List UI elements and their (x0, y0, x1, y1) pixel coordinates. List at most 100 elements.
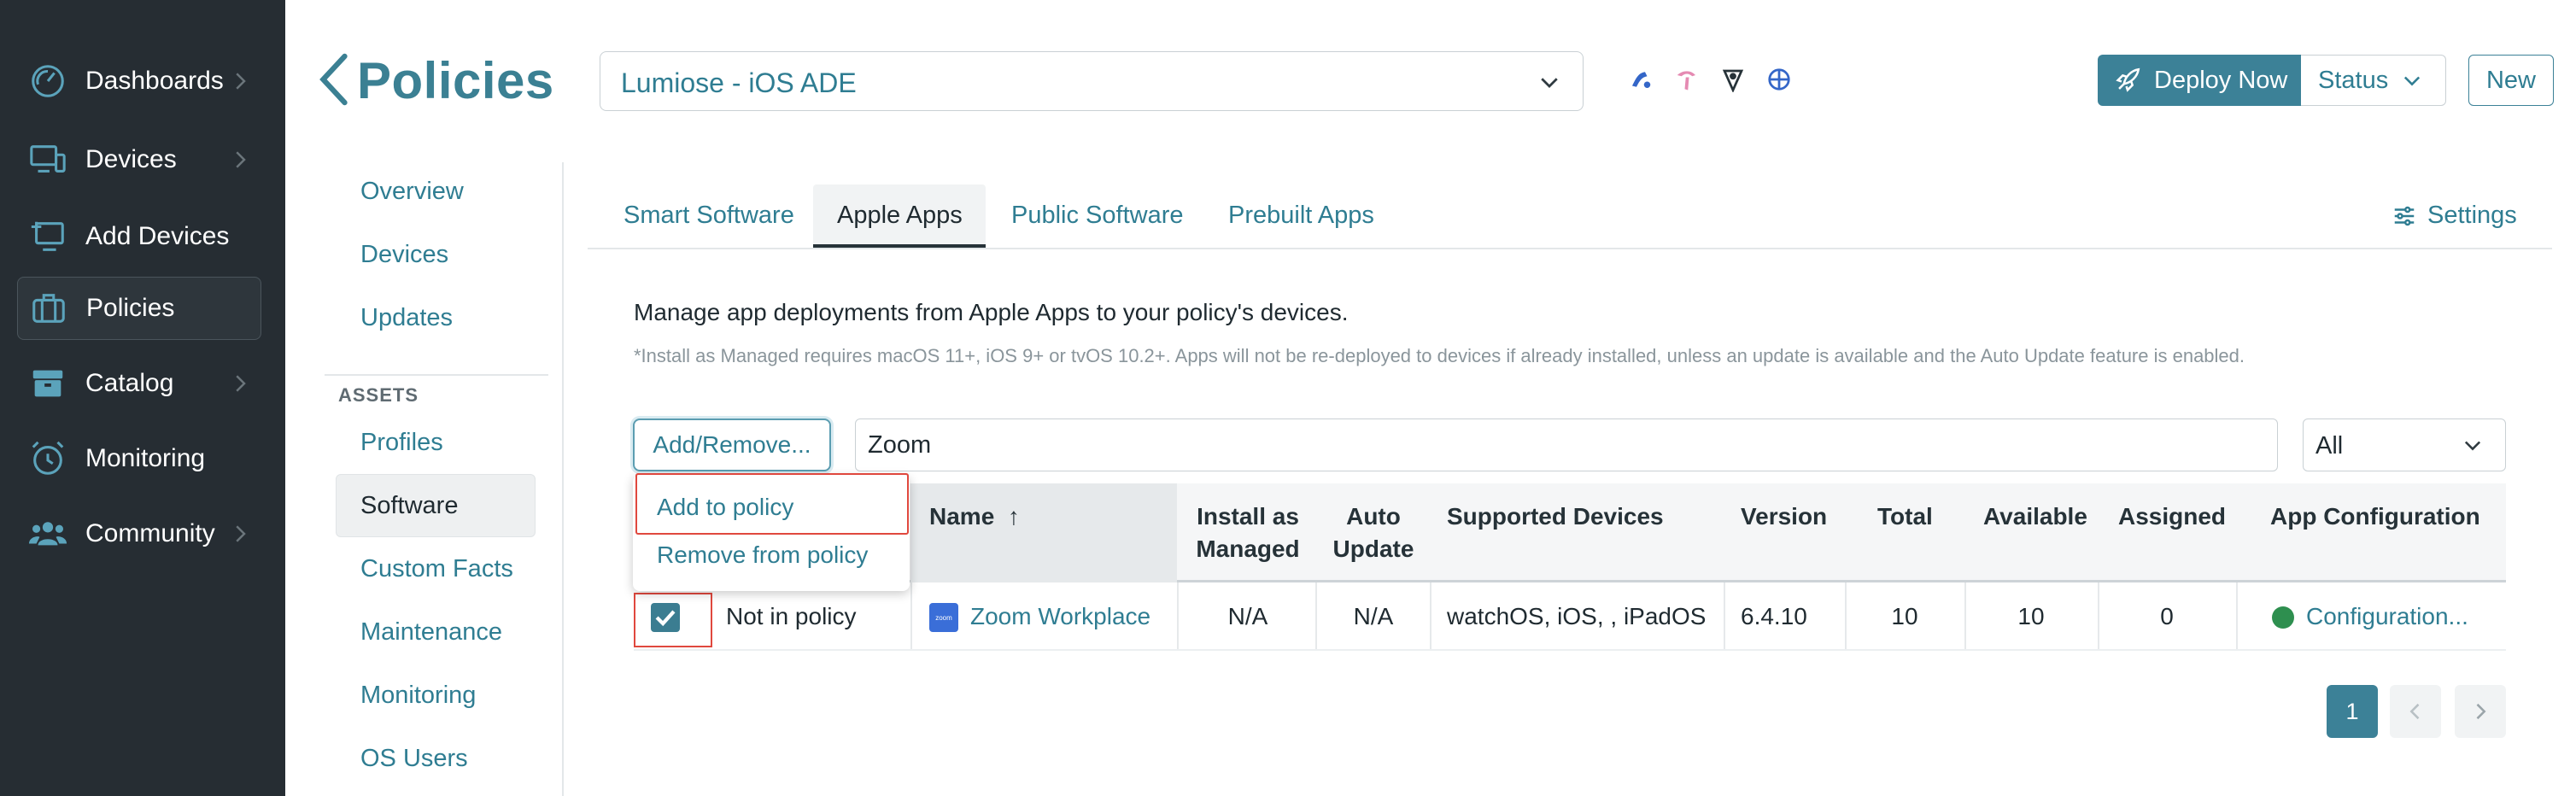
table-row-border (634, 649, 2506, 651)
chevron-down-icon (1541, 78, 1558, 88)
next-page-button[interactable] (2455, 685, 2506, 738)
people-icon (27, 513, 68, 554)
column-divider (910, 582, 912, 649)
page-button-1[interactable]: 1 (2327, 685, 2378, 738)
column-header-total[interactable]: Total (1877, 500, 1933, 533)
chevron-right-icon (236, 151, 246, 168)
column-header-name[interactable]: Name ↑ (929, 500, 1020, 533)
chevron-left-icon (2409, 703, 2420, 720)
sidebar-item-catalog[interactable]: Catalog (17, 352, 261, 415)
column-divider (1430, 582, 1431, 649)
subnav-divider (325, 374, 548, 376)
page-title: Policies (357, 52, 554, 109)
sidebar-item-label: Dashboards (85, 67, 224, 95)
row-assigned: 0 (2160, 603, 2174, 629)
back-chevron-icon[interactable] (316, 53, 350, 106)
sidebar-item-dashboards[interactable]: Dashboards (17, 50, 261, 113)
content-divider (562, 162, 564, 796)
new-button[interactable]: New (2468, 55, 2554, 106)
row-install-as-managed: N/A (1227, 603, 1268, 629)
macos-icon (1632, 72, 1651, 88)
chevron-right-icon (236, 525, 246, 542)
add-to-policy-highlight-box (635, 473, 909, 535)
chevron-down-icon (2404, 76, 2421, 86)
subnav-item-custom-facts[interactable]: Custom Facts (360, 555, 513, 583)
sidebar-item-label: Devices (85, 145, 177, 173)
sidebar-item-label: Policies (86, 294, 175, 322)
add-remove-button[interactable]: Add/Remove... (633, 418, 831, 471)
main-sidebar: Dashboards Devices Add Devices Policies … (0, 0, 285, 796)
ios-icon (1768, 68, 1790, 91)
assets-heading: ASSETS (338, 384, 419, 406)
devices-icon (27, 139, 68, 180)
checkmark-icon (655, 610, 676, 627)
column-header-app-configuration[interactable]: App Configuration (2270, 500, 2480, 533)
sidebar-item-monitoring[interactable]: Monitoring (17, 427, 261, 490)
tab-smart-software[interactable]: Smart Software (624, 202, 794, 230)
row-supported-devices: watchOS, iOS, , iPadOS (1447, 603, 1707, 629)
subnav-item-devices[interactable]: Devices (360, 241, 448, 269)
app-name-link[interactable]: Zoom Workplace (970, 603, 1150, 630)
subnav-item-updates[interactable]: Updates (360, 304, 453, 332)
tabs-divider (588, 248, 2552, 249)
column-header-version[interactable]: Version (1741, 500, 1827, 533)
subnav-item-profiles[interactable]: Profiles (360, 429, 443, 457)
column-header-available[interactable]: Available (1983, 500, 2087, 533)
intro-text: Manage app deployments from Apple Apps t… (634, 299, 1349, 325)
settings-button[interactable]: Settings (2392, 202, 2517, 230)
row-version: 6.4.10 (1741, 603, 1807, 629)
add-device-icon (27, 216, 68, 257)
row-select-checkbox[interactable] (651, 603, 680, 632)
subnav-item-overview[interactable]: Overview (360, 178, 464, 206)
sorted-column-highlight (910, 483, 1177, 582)
row-available: 10 (2017, 603, 2045, 629)
sidebar-item-label: Catalog (85, 369, 174, 397)
deploy-now-button[interactable]: Deploy Now (2098, 55, 2301, 106)
subnav-item-monitoring[interactable]: Monitoring (360, 682, 476, 710)
column-header-assigned[interactable]: Assigned (2118, 500, 2226, 533)
rocket-icon (2116, 67, 2140, 92)
column-header-supported-devices[interactable]: Supported Devices (1447, 500, 1664, 533)
sidebar-item-label: Add Devices (85, 222, 230, 250)
visionos-icon (1722, 69, 1744, 92)
tab-public-software[interactable]: Public Software (1011, 202, 1184, 230)
chevron-right-icon (236, 73, 246, 90)
subnav-item-os-users[interactable]: OS Users (360, 745, 468, 773)
previous-page-button[interactable] (2390, 685, 2441, 738)
tab-apple-apps[interactable]: Apple Apps (837, 202, 963, 230)
sidebar-item-devices[interactable]: Devices (17, 128, 261, 191)
menu-item-remove-from-policy[interactable]: Remove from policy (657, 541, 868, 569)
tab-prebuilt-apps[interactable]: Prebuilt Apps (1228, 202, 1374, 230)
zoom-app-icon: zoom (929, 603, 958, 632)
deploy-now-label: Deploy Now (2154, 66, 2288, 94)
column-divider (1724, 582, 1725, 649)
row-auto-update: N/A (1353, 603, 1394, 629)
chevron-right-icon (2476, 703, 2486, 720)
chevron-right-icon (236, 375, 246, 392)
config-status-dot (2272, 606, 2294, 629)
gauge-icon (27, 61, 68, 102)
sidebar-item-policies[interactable]: Policies (17, 277, 261, 340)
alarm-clock-icon (27, 438, 68, 479)
status-dropdown-button[interactable]: Status (2301, 55, 2446, 106)
column-divider (1177, 582, 1179, 649)
column-header-auto-update[interactable]: Auto Update (1322, 500, 1425, 565)
row-total: 10 (1891, 603, 1918, 629)
policy-select[interactable]: Lumiose - iOS ADE (600, 51, 1584, 111)
search-input[interactable] (855, 418, 2278, 471)
install-note: *Install as Managed requires macOS 11+, … (634, 345, 2245, 366)
app-configuration-link[interactable]: Configuration... (2306, 603, 2468, 630)
subnav-item-software[interactable]: Software (360, 492, 458, 520)
row-policy-status: Not in policy (726, 603, 857, 629)
sidebar-item-add-devices[interactable]: Add Devices (17, 205, 261, 268)
status-label: Status (2318, 66, 2389, 94)
chevron-down-icon (2464, 441, 2481, 451)
subnav-item-maintenance[interactable]: Maintenance (360, 618, 502, 647)
archive-box-icon (27, 363, 68, 404)
settings-label: Settings (2427, 202, 2517, 229)
sliders-icon (2394, 206, 2415, 225)
column-divider (1315, 582, 1317, 649)
filter-select[interactable]: All (2303, 418, 2506, 471)
sidebar-item-community[interactable]: Community (17, 502, 261, 565)
column-header-install-as-managed[interactable]: Install as Managed (1187, 500, 1308, 565)
